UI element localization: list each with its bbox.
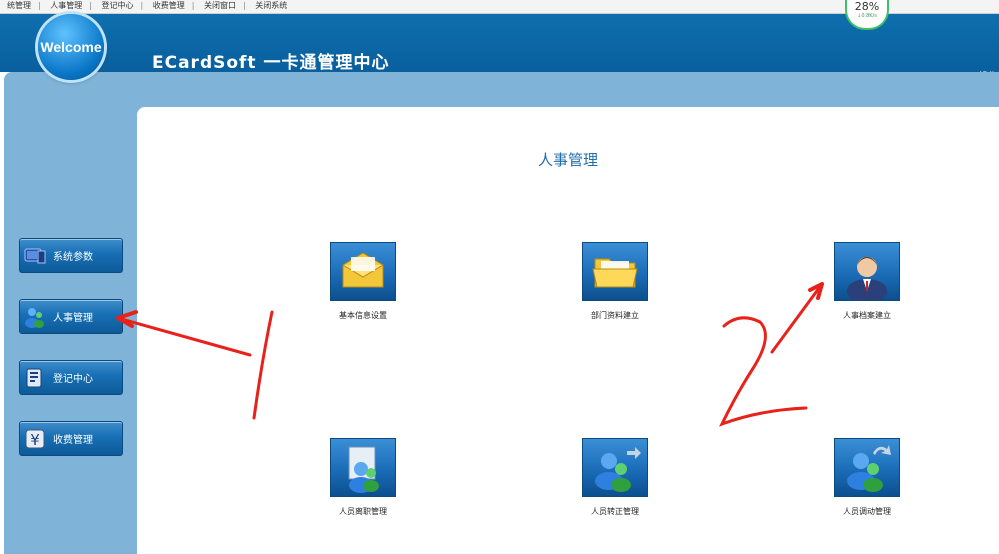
user-document-icon (330, 438, 396, 497)
tile-personnel-records[interactable]: 人事档案建立 (807, 242, 927, 321)
speed-rate: ↓0.8K/s (857, 13, 877, 19)
tile-label: 部门资料建立 (591, 311, 639, 320)
tile-transfer[interactable]: 人员调动管理 (807, 438, 927, 517)
user-transfer-icon (834, 438, 900, 497)
menu-item-system[interactable]: 统管理 (0, 0, 38, 12)
content-panel: 人事管理 基本信息设置 部门资料建立 人事档案建立 人员离职管理 人员转正管理 (137, 107, 999, 554)
tile-regularization[interactable]: 人员转正管理 (555, 438, 675, 517)
sidebar-item-personnel[interactable]: 人事管理 (19, 299, 123, 334)
sidebar-item-register-center[interactable]: 登记中心 (19, 360, 123, 395)
menu-separator: | (191, 1, 195, 10)
speed-percent: 28% (854, 0, 880, 13)
sidebar-item-label: 登记中心 (53, 374, 93, 385)
sidebar-item-system-params[interactable]: 系统参数 (19, 238, 123, 273)
tile-label: 人员转正管理 (591, 507, 639, 516)
menu-separator: | (38, 1, 41, 10)
tile-label: 基本信息设置 (339, 311, 387, 320)
sidebar-item-label: 人事管理 (53, 313, 93, 324)
tile-label: 人员离职管理 (339, 507, 387, 516)
sidebar-item-fee-management[interactable]: ¥ 收费管理 (19, 421, 123, 456)
menu-item-close-window[interactable]: 关闭窗口 (197, 0, 243, 12)
tile-label: 人员调动管理 (843, 507, 891, 516)
menu-item-exit-system[interactable]: 关闭系统 (248, 0, 294, 12)
menu-separator: | (89, 1, 92, 10)
page-title: 人事管理 (537, 151, 598, 169)
app-title: ECardSoft 一卡通管理中心 (152, 53, 390, 73)
svg-text:¥: ¥ (30, 431, 40, 449)
person-icon (834, 242, 900, 303)
yen-icon: ¥ (23, 427, 47, 451)
register-icon (23, 366, 47, 390)
envelope-icon (330, 242, 396, 301)
folder-icon (582, 242, 648, 301)
tile-department[interactable]: 部门资料建立 (555, 242, 675, 321)
tile-resignation[interactable]: 人员离职管理 (303, 438, 423, 517)
menu-separator: | (243, 1, 246, 10)
menu-item-register[interactable]: 登记中心 (95, 0, 141, 12)
menu-item-personnel[interactable]: 人事管理 (43, 0, 89, 12)
monitor-icon (23, 244, 47, 268)
menu-item-fees[interactable]: 收费管理 (146, 0, 192, 12)
tile-basic-info[interactable]: 基本信息设置 (303, 242, 423, 321)
welcome-logo: Welcome (38, 14, 104, 80)
sidebar-item-label: 系统参数 (53, 252, 93, 263)
menu-separator: | (140, 1, 144, 10)
tile-label: 人事档案建立 (843, 311, 891, 320)
sidebar-item-label: 收费管理 (53, 435, 93, 446)
users-icon (23, 305, 47, 329)
user-add-icon (582, 438, 648, 497)
